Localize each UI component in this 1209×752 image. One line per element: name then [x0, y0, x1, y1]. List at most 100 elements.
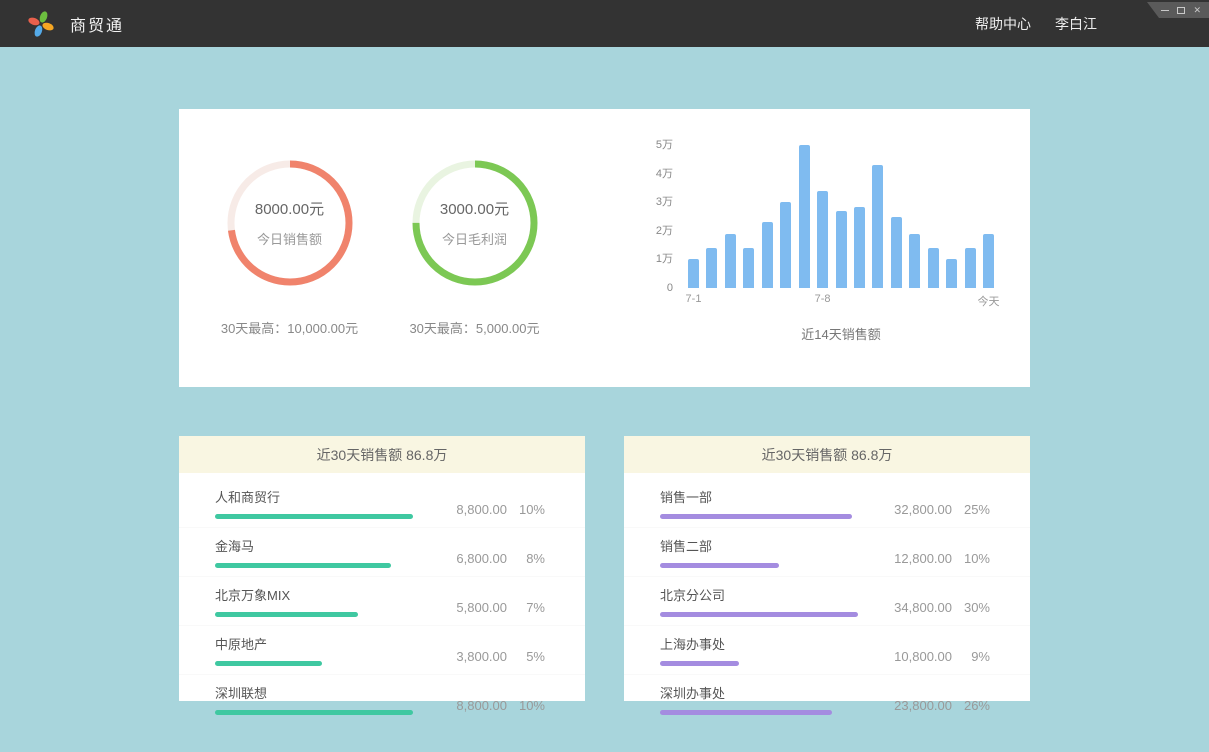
rank-values: 8,800.0010% — [433, 502, 545, 517]
titlebar: 商贸通 帮助中心 李白江 ✕ — [0, 0, 1209, 47]
rank-progress-bar — [660, 514, 852, 519]
rank-amount: 23,800.00 — [878, 698, 952, 713]
rank-percent: 7% — [507, 600, 545, 615]
titlebar-right: 帮助中心 李白江 — [975, 14, 1097, 34]
rank-amount: 6,800.00 — [433, 551, 507, 566]
rank-progress-bar — [660, 563, 779, 568]
y-axis-tick: 2万 — [656, 224, 673, 238]
rank-row: 销售二部12,800.0010% — [624, 527, 1030, 576]
rank-values: 8,800.0010% — [433, 698, 545, 713]
sales-bar — [743, 248, 754, 288]
rank-percent: 10% — [952, 551, 990, 566]
rank-progress-bar — [660, 710, 832, 715]
brand: 商贸通 — [26, 9, 124, 39]
window-controls: ✕ — [1147, 2, 1209, 18]
help-center-link[interactable]: 帮助中心 — [975, 14, 1031, 34]
bar-chart-y-axis: 5万4万3万2万1万0 — [647, 145, 673, 288]
today-profit-label: 今日毛利润 — [442, 229, 507, 248]
app-title: 商贸通 — [70, 12, 124, 36]
today-summary-card: 8000.00元 今日销售额 30天最高：10,000.00元 3000.00元… — [179, 109, 1030, 387]
rank-row: 深圳联想8,800.0010% — [179, 674, 585, 723]
bar-chart-title: 近14天销售额 — [688, 324, 994, 343]
rank-amount: 34,800.00 — [878, 600, 952, 615]
sales-bar — [872, 165, 883, 288]
rank-amount: 8,800.00 — [433, 502, 507, 517]
rank-values: 3,800.005% — [433, 649, 545, 664]
rank-row: 上海办事处10,800.009% — [624, 625, 1030, 674]
customer-ranking-title: 近30天销售额 86.8万 — [317, 445, 448, 465]
rank-row: 北京万象MIX5,800.007% — [179, 576, 585, 625]
sales-bar — [909, 234, 920, 288]
rank-values: 34,800.0030% — [878, 600, 990, 615]
rank-row: 中原地产3,800.005% — [179, 625, 585, 674]
rank-progress-bar — [660, 612, 858, 617]
rank-progress-bar — [215, 710, 413, 715]
sales-bar — [854, 207, 865, 289]
rank-row: 销售一部32,800.0025% — [624, 479, 1030, 527]
y-axis-tick: 1万 — [656, 252, 673, 266]
rank-percent: 9% — [952, 649, 990, 664]
rank-progress-bar — [215, 514, 413, 519]
department-ranking-title: 近30天销售额 86.8万 — [762, 445, 893, 465]
rank-percent: 10% — [507, 502, 545, 517]
x-axis-label: 7-1 — [686, 293, 702, 305]
rank-percent: 10% — [507, 698, 545, 713]
rank-progress-bar — [215, 563, 391, 568]
rank-row: 深圳办事处23,800.0026% — [624, 674, 1030, 723]
rank-percent: 8% — [507, 551, 545, 566]
today-profit-30day-max: 30天最高：5,000.00元 — [382, 318, 567, 337]
pinwheel-logo-icon — [26, 9, 56, 39]
rank-amount: 5,800.00 — [433, 600, 507, 615]
sales-14day-bar-chart: 5万4万3万2万1万0 7-17-8今天 近14天销售额 — [647, 109, 994, 387]
rank-progress-bar — [660, 661, 739, 666]
bar-chart-plot — [688, 145, 994, 288]
sales-bar — [780, 202, 791, 288]
ranking-row: 近30天销售额 86.8万 人和商贸行8,800.0010%金海马6,800.0… — [179, 436, 1030, 701]
today-profit-value: 3000.00元 — [440, 198, 509, 219]
sales-bar — [946, 259, 957, 288]
y-axis-tick: 5万 — [656, 138, 673, 152]
customer-sales-ranking-card: 近30天销售额 86.8万 人和商贸行8,800.0010%金海马6,800.0… — [179, 436, 585, 701]
close-icon[interactable]: ✕ — [1193, 6, 1201, 15]
rank-percent: 30% — [952, 600, 990, 615]
rank-amount: 32,800.00 — [878, 502, 952, 517]
sales-bar — [762, 222, 773, 288]
rank-row: 北京分公司34,800.0030% — [624, 576, 1030, 625]
rank-amount: 10,800.00 — [878, 649, 952, 664]
rank-progress-bar — [215, 612, 358, 617]
sales-bar — [891, 217, 902, 289]
rank-row: 人和商贸行8,800.0010% — [179, 479, 585, 527]
sales-bar — [688, 259, 699, 288]
sales-bar — [928, 248, 939, 288]
sales-bar — [706, 248, 717, 288]
rank-amount: 12,800.00 — [878, 551, 952, 566]
department-sales-ranking-card: 近30天销售额 86.8万 销售一部32,800.0025%销售二部12,800… — [624, 436, 1030, 701]
rank-percent: 26% — [952, 698, 990, 713]
minimize-icon[interactable] — [1161, 10, 1169, 11]
sales-bar — [836, 211, 847, 288]
username-menu[interactable]: 李白江 — [1055, 14, 1097, 34]
today-sales-value: 8000.00元 — [255, 198, 324, 219]
rank-values: 6,800.008% — [433, 551, 545, 566]
sales-bar — [799, 145, 810, 288]
rank-values: 12,800.0010% — [878, 551, 990, 566]
today-profit-gauge: 3000.00元 今日毛利润 30天最高：5,000.00元 — [382, 109, 567, 387]
rank-values: 5,800.007% — [433, 600, 545, 615]
x-axis-label: 今天 — [978, 293, 1000, 309]
rank-row: 金海马6,800.008% — [179, 527, 585, 576]
today-sales-label: 今日销售额 — [257, 229, 322, 248]
sales-bar — [983, 234, 994, 288]
y-axis-tick: 3万 — [656, 195, 673, 209]
rank-values: 32,800.0025% — [878, 502, 990, 517]
rank-percent: 25% — [952, 502, 990, 517]
rank-values: 23,800.0026% — [878, 698, 990, 713]
rank-amount: 3,800.00 — [433, 649, 507, 664]
x-axis-label: 7-8 — [815, 293, 831, 305]
rank-values: 10,800.009% — [878, 649, 990, 664]
rank-progress-bar — [215, 661, 322, 666]
maximize-icon[interactable] — [1177, 7, 1185, 14]
today-sales-30day-max: 30天最高：10,000.00元 — [197, 318, 382, 337]
dashboard: 8000.00元 今日销售额 30天最高：10,000.00元 3000.00元… — [179, 109, 1030, 701]
sales-bar — [965, 248, 976, 288]
y-axis-tick: 4万 — [656, 167, 673, 181]
